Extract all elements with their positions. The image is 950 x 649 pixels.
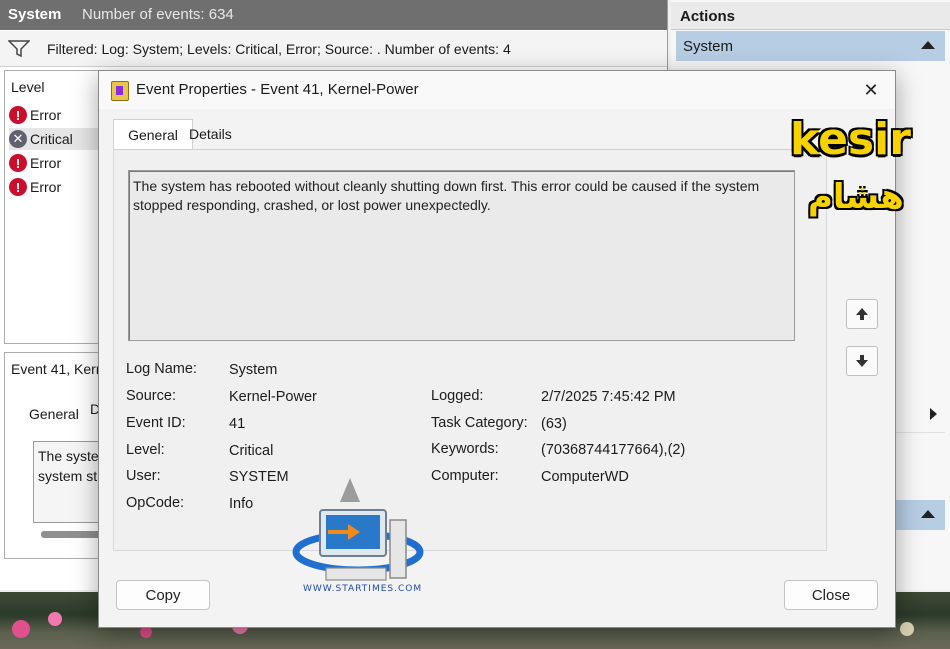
opcode-label: OpCode: bbox=[126, 495, 185, 511]
close-button[interactable]: Close bbox=[784, 580, 878, 610]
event-properties-dialog: Event Properties - Event 41, Kernel-Powe… bbox=[98, 70, 896, 628]
source-label: Source: bbox=[126, 388, 176, 404]
opcode-value: Info bbox=[229, 496, 254, 512]
previous-event-button[interactable] bbox=[846, 299, 878, 329]
computer-value: ComputerWD bbox=[541, 469, 629, 485]
actions-title: Actions bbox=[680, 8, 736, 25]
actions-header: Actions bbox=[671, 2, 950, 30]
source-value: Kernel-Power bbox=[229, 389, 317, 405]
keywords-value: (70368744177664),(2) bbox=[541, 442, 686, 458]
actions-section-system[interactable]: System bbox=[676, 31, 945, 61]
level-cell: Error bbox=[30, 107, 62, 123]
level-cell: Error bbox=[30, 179, 62, 195]
logged-label: Logged: bbox=[431, 388, 484, 404]
computer-label: Computer: bbox=[431, 468, 499, 484]
level-cell: Critical bbox=[30, 131, 73, 147]
log-name-label: Log Name: bbox=[126, 361, 197, 377]
error-icon: ! bbox=[9, 178, 27, 196]
event-description: The system has rebooted without cleanly … bbox=[133, 178, 760, 213]
preview-line: The syste bbox=[38, 448, 99, 464]
detail-title: Event 41, Kerr bbox=[11, 361, 101, 377]
event-detail-pane: Event 41, Kerr General D The syste syste… bbox=[4, 352, 105, 559]
section-label: System bbox=[683, 38, 734, 55]
arrow-up-icon bbox=[856, 308, 868, 320]
filter-text: Filtered: Log: System; Levels: Critical,… bbox=[47, 41, 511, 57]
level-cell: Error bbox=[30, 155, 62, 171]
arrow-down-icon bbox=[856, 355, 868, 367]
preview-line: system st bbox=[38, 468, 98, 484]
log-title: System bbox=[8, 6, 62, 23]
user-value: SYSTEM bbox=[229, 469, 289, 485]
description-preview: The syste system st bbox=[33, 441, 105, 523]
event-list[interactable]: Level ! Error ✕ Critical ! Error ! Error bbox=[4, 70, 102, 344]
chevron-right-icon bbox=[930, 408, 937, 420]
task-category-label: Task Category: bbox=[431, 415, 528, 431]
error-icon: ! bbox=[9, 106, 27, 124]
copy-button[interactable]: Copy bbox=[116, 580, 210, 610]
close-icon[interactable]: ✕ bbox=[857, 77, 885, 103]
next-event-button[interactable] bbox=[846, 346, 878, 376]
dialog-titlebar[interactable]: Event Properties - Event 41, Kernel-Powe… bbox=[99, 71, 895, 109]
filter-bar: Filtered: Log: System; Levels: Critical,… bbox=[0, 31, 667, 67]
column-header-level[interactable]: Level bbox=[11, 79, 44, 95]
log-header: System Number of events: 634 bbox=[0, 0, 667, 30]
watermark-arabic: هشام bbox=[808, 177, 904, 217]
tab-details[interactable]: Details bbox=[183, 119, 238, 149]
event-count: Number of events: 634 bbox=[82, 6, 234, 23]
collapse-icon[interactable] bbox=[921, 510, 935, 518]
level-label: Level: bbox=[126, 442, 165, 458]
watermark-name: kesir bbox=[790, 114, 911, 165]
table-row[interactable]: ! Error bbox=[9, 104, 61, 126]
filter-icon bbox=[8, 40, 30, 57]
general-tab-content: The system has rebooted without cleanly … bbox=[113, 149, 827, 551]
level-value: Critical bbox=[229, 443, 274, 459]
table-row[interactable]: ! Error bbox=[9, 152, 61, 174]
error-icon: ! bbox=[9, 154, 27, 172]
startimes-logo bbox=[292, 478, 424, 581]
logged-value: 2/7/2025 7:45:42 PM bbox=[541, 389, 676, 405]
tab-general[interactable]: General bbox=[113, 119, 193, 150]
event-properties-icon bbox=[111, 81, 129, 101]
logo-caption: WWW.STARTIMES.COM bbox=[303, 584, 423, 594]
description-box[interactable]: The system has rebooted without cleanly … bbox=[128, 170, 795, 341]
keywords-label: Keywords: bbox=[431, 441, 499, 457]
critical-icon: ✕ bbox=[9, 130, 27, 148]
log-name-value: System bbox=[229, 362, 278, 378]
event-id-value: 41 bbox=[229, 416, 246, 432]
task-category-value: (63) bbox=[541, 416, 567, 432]
table-row[interactable]: ! Error bbox=[9, 176, 61, 198]
tab-general[interactable]: General bbox=[23, 399, 85, 429]
horizontal-scrollbar[interactable] bbox=[41, 531, 101, 538]
dialog-title: Event Properties - Event 41, Kernel-Powe… bbox=[136, 81, 419, 98]
table-row[interactable]: ✕ Critical bbox=[9, 128, 99, 150]
event-id-label: Event ID: bbox=[126, 415, 186, 431]
collapse-icon[interactable] bbox=[921, 41, 935, 49]
user-label: User: bbox=[126, 468, 161, 484]
